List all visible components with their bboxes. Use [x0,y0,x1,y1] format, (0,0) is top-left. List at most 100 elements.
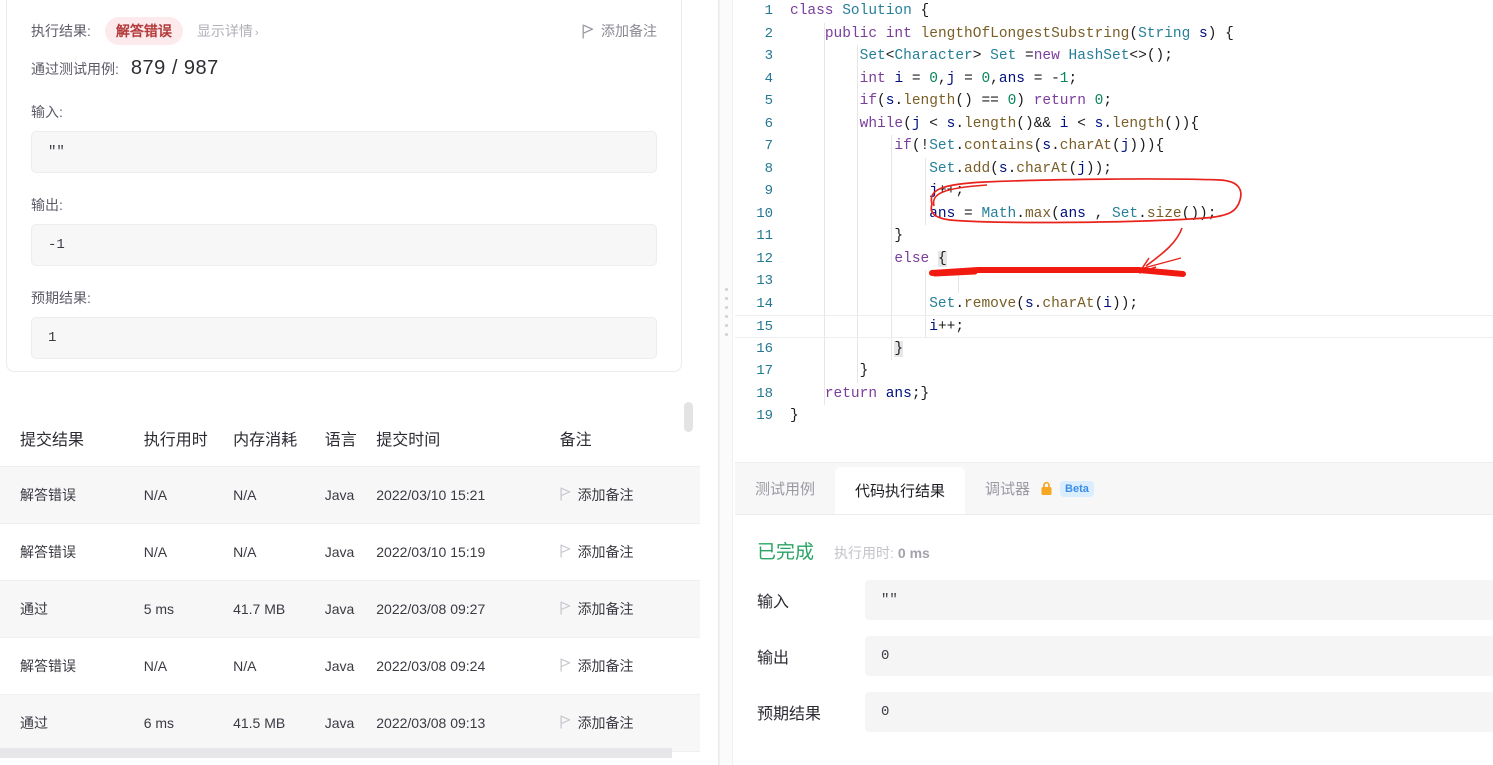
code-line[interactable]: 8 Set.add(s.charAt(j)); [735,157,1493,180]
row-add-note-button[interactable]: 添加备注 [560,713,700,733]
table-row[interactable]: 解答错误 N/A N/A Java 2022/03/08 09:24 添加备注 [0,637,700,695]
row-add-note-button[interactable]: 添加备注 [560,485,700,505]
code-line[interactable]: 7 if(!Set.contains(s.charAt(j))){ [735,135,1493,158]
handle-dot [724,324,728,327]
runtime-label: 执行用时: [834,545,894,561]
add-note-button[interactable]: 添加备注 [582,21,657,41]
panel-resize-handle[interactable] [719,288,733,336]
code-editor[interactable]: 1 class Solution {2 public int lengthOfLo… [735,0,1493,462]
expected-value-box: 1 [31,317,657,359]
line-number: 2 [764,25,773,42]
code-line-text: j++; [929,183,965,199]
code-line[interactable]: 5 if(s.length() == 0) return 0; [735,90,1493,113]
code-line-text: if(!Set.contains(s.charAt(j))){ [894,138,1165,154]
console-expected-label: 预期结果 [757,706,822,723]
code-line[interactable]: 2 public int lengthOfLongestSubstring(St… [735,22,1493,45]
code-line[interactable]: 19} [735,405,1493,428]
row-add-note-button[interactable]: 添加备注 [560,542,700,562]
console-output-label: 输出 [757,650,790,667]
code-line[interactable]: 3 Set<Character> Set =new HashSet<>(); [735,45,1493,68]
console-input-box[interactable]: "" [865,580,1493,620]
row-add-note-label: 添加备注 [577,715,634,731]
input-value-box: "" [31,131,657,173]
code-line-text: ans = Math.max(ans , Set.size()); [929,205,1217,222]
indent-guide [823,270,825,293]
cell-memory: N/A [213,466,305,524]
add-note-label: 添加备注 [601,23,657,39]
show-detail-link[interactable]: 显示详情 › [197,21,259,41]
table-row[interactable]: 通过 5 ms 41.7 MB Java 2022/03/08 09:27 添加备注 [0,580,700,638]
col-time: 提交时间 [356,410,540,467]
cell-note[interactable]: 添加备注 [539,523,700,581]
cell-verdict[interactable]: 解答错误 [0,637,124,695]
cell-verdict[interactable]: 解答错误 [0,466,124,524]
table-row[interactable]: 解答错误 N/A N/A Java 2022/03/10 15:21 添加备注 [0,466,700,524]
code-line[interactable]: 18 return ans;} [735,382,1493,405]
output-label: 输出: [31,197,63,213]
line-number: 9 [764,183,773,199]
left-panel-horizontal-scrollbar[interactable] [0,748,672,758]
flag-icon [582,23,595,39]
cell-time: 2022/03/08 09:13 [356,694,540,752]
code-line[interactable]: 13 [735,270,1493,293]
table-row[interactable]: 解答错误 N/A N/A Java 2022/03/10 15:19 添加备注 [0,523,700,581]
runtime-value: 0 ms [897,545,930,561]
cell-note[interactable]: 添加备注 [539,466,700,524]
table-row[interactable]: 通过 6 ms 41.5 MB Java 2022/03/08 09:13 添加备注 [0,694,700,752]
code-line[interactable]: 9 j++; [735,180,1493,203]
cell-verdict[interactable]: 解答错误 [0,523,124,581]
tab-run-result[interactable]: 代码执行结果 [835,467,966,514]
cell-note[interactable]: 添加备注 [539,694,700,752]
code-line-text: } [859,363,869,379]
code-line[interactable]: 16 } [735,337,1493,360]
passed-cases-label: 通过测试用例: [31,61,119,77]
code-line[interactable]: 6 while(j < s.length()&& i < s.length())… [735,112,1493,135]
flag-icon [560,600,572,618]
cell-note[interactable]: 添加备注 [539,637,700,695]
line-number: 12 [756,250,773,267]
tab-debugger[interactable]: 调试器 Beta [965,463,1114,514]
row-add-note-button[interactable]: 添加备注 [560,599,700,619]
flag-icon [560,657,572,675]
col-language: 语言 [304,410,357,467]
cell-memory: 41.5 MB [213,694,305,752]
code-line[interactable]: 15 i++; [735,315,1493,338]
cell-runtime: 6 ms [123,694,214,752]
cell-verdict[interactable]: 通过 [0,694,124,752]
code-line-text: Set.remove(s.charAt(i)); [929,295,1139,312]
input-label: 输入: [31,104,63,120]
line-number: 6 [764,115,773,132]
cell-verdict[interactable]: 通过 [0,580,124,638]
tab-testcases-label: 测试用例 [755,481,816,498]
cell-language: Java [304,694,357,752]
code-line-text: } [894,228,904,244]
col-runtime: 执行用时 [123,410,214,467]
code-line[interactable]: 1 class Solution { [735,0,1493,23]
line-number: 14 [756,295,773,312]
indent-guide [924,270,926,293]
code-line[interactable]: 17 } [735,360,1493,383]
code-line[interactable]: 14 Set.remove(s.charAt(i)); [735,292,1493,315]
col-note: 备注 [539,410,700,467]
console-expected-box: 0 [865,692,1493,732]
cell-note[interactable]: 添加备注 [539,580,700,638]
code-line[interactable]: 11 } [735,225,1493,248]
row-add-note-label: 添加备注 [577,658,634,674]
code-line[interactable]: 10 ans = Math.max(ans , Set.size()); [735,202,1493,225]
tab-testcases[interactable]: 测试用例 [735,463,835,514]
table-vertical-scrollbar[interactable] [684,402,693,432]
code-line[interactable]: 4 int i = 0,j = 0,ans = -1; [735,67,1493,90]
result-label: 执行结果: [31,23,91,39]
row-add-note-button[interactable]: 添加备注 [560,656,700,676]
line-number: 4 [764,70,773,87]
code-line-text: if(s.length() == 0) return 0; [859,93,1113,109]
line-number: 16 [756,340,773,357]
row-add-note-label: 添加备注 [577,544,634,560]
submissions-table-container[interactable]: 提交结果 执行用时 内存消耗 语言 提交时间 备注 解答错误 N/A N/A Java… [0,410,719,765]
flag-icon [560,486,572,504]
code-lines[interactable]: 1 class Solution {2 public int lengthOfLo… [735,0,1493,428]
row-add-note-label: 添加备注 [577,601,634,617]
line-number: 13 [756,273,773,289]
code-line[interactable]: 12 else { [735,247,1493,270]
cell-memory: N/A [213,523,305,581]
